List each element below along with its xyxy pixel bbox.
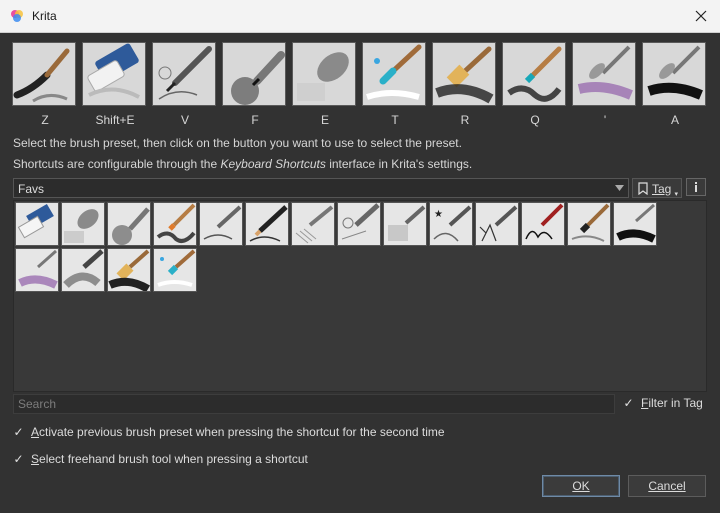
tag-combobox[interactable]: Favs — [13, 178, 629, 198]
filter-in-tag-label: Filter in Tag — [641, 396, 703, 410]
slot-v[interactable]: V — [152, 42, 218, 127]
cancel-button[interactable]: Cancel — [628, 475, 706, 497]
preset-item[interactable] — [383, 202, 427, 246]
slot-key-label: Z — [41, 113, 49, 127]
checkmark-icon: ✓ — [623, 396, 634, 410]
close-icon — [695, 10, 707, 22]
ink-pen-preset-icon — [203, 205, 242, 240]
palette-knife-black-preset-icon — [616, 203, 656, 243]
view-options-button[interactable] — [686, 178, 706, 196]
dropdown-arrow-icon: ▾ — [674, 191, 678, 198]
preset-item[interactable] — [521, 202, 565, 246]
bookmark-icon — [638, 182, 648, 195]
svg-text:★: ★ — [434, 209, 443, 220]
paint-brush-preset-icon — [156, 203, 196, 243]
shortcut-slots: Z Shift+E V F E T R Q ' A — [12, 42, 710, 130]
chevron-down-icon — [615, 185, 624, 191]
preset-item[interactable] — [107, 202, 151, 246]
red-brush-preset-icon — [525, 203, 564, 240]
select-freehand-checkbox[interactable]: ✓ Select freehand brush tool when pressi… — [12, 452, 307, 466]
slot-t[interactable]: T — [362, 42, 428, 127]
slot-key-label: ' — [603, 113, 607, 127]
preset-item[interactable] — [153, 248, 197, 292]
preset-item[interactable] — [337, 202, 381, 246]
palette-knife-purple-preset-icon — [18, 249, 58, 289]
slot-key-label: E — [320, 113, 329, 127]
slot-r[interactable]: R — [432, 42, 498, 127]
sparkle-pen-preset-icon: ★ — [433, 205, 472, 242]
slot-key-label: T — [391, 113, 399, 127]
close-button[interactable] — [688, 4, 714, 28]
slot-key-label: V — [180, 113, 189, 127]
wet-brush-preset-icon — [157, 249, 196, 287]
filter-in-tag-checkbox[interactable]: ✓ Filter in Tag — [622, 396, 703, 410]
tag-button-label: Tag — [652, 182, 672, 196]
soft-eraser-preset-icon — [64, 209, 99, 243]
info-icon — [695, 182, 697, 192]
hatching-pen-preset-icon — [295, 205, 334, 244]
title-bar: Krita — [0, 0, 720, 33]
fineliner-pen-icon — [158, 46, 212, 100]
window-title: Krita — [32, 9, 57, 23]
preset-item[interactable] — [153, 202, 197, 246]
preset-item[interactable] — [567, 202, 611, 246]
slot-a[interactable]: A — [642, 42, 708, 127]
tag-combobox-value: Favs — [18, 182, 45, 196]
slot-e[interactable]: E — [292, 42, 358, 127]
slot-q[interactable]: Q — [502, 42, 568, 127]
hint-shortcuts: Shortcuts are configurable through the K… — [13, 157, 473, 171]
slot-key-label: R — [460, 113, 470, 127]
palette-knife-black-icon — [647, 45, 703, 100]
slot-f[interactable]: F — [222, 42, 288, 127]
keyboard-shortcuts-text: Keyboard Shortcuts — [220, 157, 326, 171]
airbrush-pen-preset-icon — [112, 207, 150, 245]
activate-previous-checkbox[interactable]: ✓ Activate previous brush preset when pr… — [12, 425, 444, 439]
preset-item[interactable] — [107, 248, 151, 292]
preset-item[interactable] — [61, 248, 105, 292]
slot-apostrophe[interactable]: ' — [572, 42, 638, 127]
checkmark-icon: ✓ — [13, 452, 24, 466]
checkmark-icon: ✓ — [13, 425, 24, 439]
hint-select-preset: Select the brush preset, then click on t… — [13, 136, 462, 150]
slot-z[interactable]: Z — [12, 42, 78, 127]
preset-item[interactable] — [61, 202, 105, 246]
tag-button[interactable]: Tag ▾ — [632, 178, 682, 198]
preset-item[interactable] — [245, 202, 289, 246]
pencil-preset-icon — [249, 205, 288, 242]
bristle-brush-preset-icon — [108, 249, 150, 291]
preset-chooser: ★ — [13, 200, 707, 392]
paint-brush-icon — [507, 46, 562, 102]
splatter-pen-preset-icon — [479, 205, 518, 242]
palette-knife-purple-icon — [577, 45, 633, 100]
preset-item[interactable] — [15, 202, 59, 246]
slot-key-label: A — [670, 113, 679, 127]
texture-brush-preset-icon — [388, 205, 426, 241]
dialog-body: Z Shift+E V F E T R Q ' A Select the bru… — [0, 33, 720, 513]
slot-key-label: Shift+E — [95, 113, 135, 127]
smudge-brush-preset-icon — [63, 249, 104, 288]
preset-item[interactable] — [475, 202, 519, 246]
krita-logo-icon — [11, 10, 23, 22]
preset-item[interactable] — [613, 202, 657, 246]
soft-eraser-icon — [297, 52, 349, 101]
slot-key-label: Q — [530, 113, 540, 127]
eraser-icon — [87, 43, 140, 99]
slot-shift-e[interactable]: Shift+E — [82, 42, 148, 127]
slot-key-label: F — [251, 113, 259, 127]
eraser-preset-icon — [17, 203, 54, 239]
fineliner-preset-icon — [341, 203, 380, 240]
preset-item[interactable] — [15, 248, 59, 292]
preset-item[interactable]: ★ — [429, 202, 473, 246]
search-input[interactable] — [14, 395, 614, 413]
search-field[interactable] — [13, 394, 615, 414]
airbrush-pen-icon — [231, 51, 285, 105]
preset-item[interactable] — [291, 202, 335, 246]
ink-brush-preset-icon — [571, 203, 610, 242]
ink-brush-icon — [13, 48, 70, 103]
wet-brush-icon — [366, 44, 422, 100]
bristle-brush-icon — [435, 46, 494, 104]
preset-item[interactable] — [199, 202, 243, 246]
ok-button[interactable]: OK — [542, 475, 620, 497]
